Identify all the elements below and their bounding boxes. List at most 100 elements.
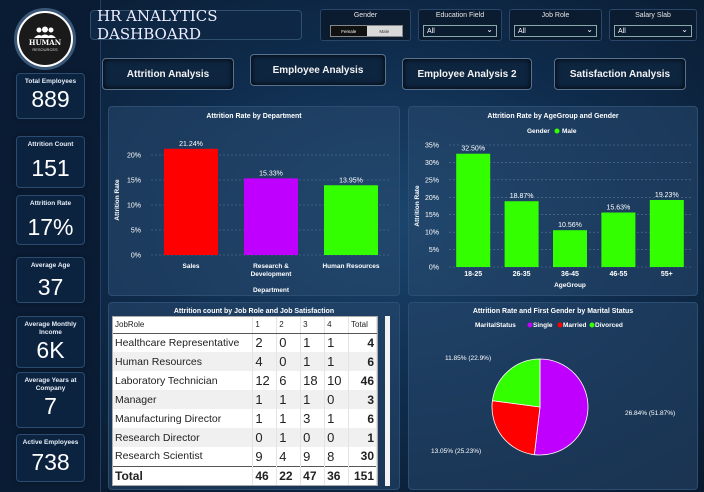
- chevron-down-icon: ⌄: [681, 25, 688, 34]
- row-value-cell: 1: [276, 390, 302, 409]
- x-tick-label: 18-25: [464, 271, 482, 278]
- marital-status-pie-panel: Attrition Rate and First Gender by Marit…: [408, 302, 698, 490]
- table-row[interactable]: Healthcare Representative 2 0 1 1 4: [113, 333, 377, 352]
- education-select-value: All: [427, 27, 435, 35]
- marital-status-pie-chart: MaritalStatus Single Married Divorced 26.84%…: [431, 322, 675, 456]
- col-header-total[interactable]: Total: [348, 317, 377, 334]
- gender-option-female[interactable]: Female: [331, 26, 367, 36]
- total-cell: 46: [252, 465, 278, 485]
- gender-toggle[interactable]: Female Male: [330, 25, 403, 37]
- data-label: 15.63%: [607, 205, 631, 212]
- row-value-cell: 1: [324, 409, 349, 428]
- col-header-2[interactable]: 2: [276, 317, 302, 334]
- col-header-3[interactable]: 3: [300, 317, 326, 334]
- row-total-cell: 30: [348, 447, 377, 466]
- bar: [244, 178, 298, 255]
- agegroup-bar-chart: Gender Male 0% 5% 10% 15% 20% 25% 30% 35% Attritio…: [414, 128, 691, 289]
- row-total-cell: 4: [348, 333, 377, 352]
- y-tick-label: 25%: [425, 177, 439, 184]
- table-row[interactable]: Laboratory Technician 12 6 18 10 46: [113, 371, 377, 390]
- col-header-4[interactable]: 4: [324, 317, 349, 334]
- y-tick-label: 0%: [429, 265, 439, 272]
- kpi-value: 6K: [36, 337, 65, 363]
- bar: [504, 201, 539, 267]
- data-label: 13.05% (25.23%): [431, 448, 481, 455]
- nav-employee-analysis[interactable]: Employee Analysis: [250, 54, 386, 86]
- row-value-cell: 1: [324, 352, 349, 371]
- chevron-down-icon: ⌄: [586, 25, 593, 34]
- salary-filter-label: Salary Slab: [635, 12, 671, 19]
- row-value-cell: 1: [252, 409, 278, 428]
- y-axis-label: Attrition Rate: [114, 179, 121, 221]
- data-label: 18.87%: [510, 193, 534, 200]
- kpi-label: Attrition Count: [27, 141, 74, 148]
- row-value-cell: 12: [252, 371, 278, 390]
- logo-line1: HUMAN: [28, 38, 62, 47]
- table-row[interactable]: Manager 1 1 1 0 3: [113, 390, 377, 409]
- nav-satisfaction-analysis[interactable]: Satisfaction Analysis: [554, 58, 686, 90]
- x-tick-label: 55+: [661, 271, 673, 278]
- dashboard-title: HR ANALYTICS DASHBOARD: [90, 7, 302, 43]
- y-tick-label: 0%: [131, 253, 141, 260]
- x-tick-label: 26-35: [513, 271, 531, 278]
- total-cell: 22: [276, 465, 302, 485]
- total-cell: Total: [113, 465, 254, 485]
- x-tick-label: Human Resources: [322, 263, 379, 270]
- row-jobrole-cell: Manager: [113, 390, 254, 409]
- y-tick-label: 5%: [429, 247, 439, 254]
- data-label: 21.24%: [179, 141, 203, 148]
- row-value-cell: 2: [252, 333, 278, 352]
- col-header-1[interactable]: 1: [252, 317, 278, 334]
- table-row[interactable]: Manufacturing Director 1 1 3 1 6: [113, 409, 377, 428]
- legend-title: Gender: [527, 128, 550, 135]
- table-row[interactable]: Human Resources 4 0 1 1 6: [113, 352, 377, 371]
- y-tick-label: 35%: [425, 143, 439, 150]
- job-role-filter-label: Job Role: [541, 12, 570, 19]
- kpi-label: Active Employees: [22, 439, 79, 446]
- people-icon: [34, 26, 56, 38]
- agegroup-chart-panel: Attrition Rate by AgeGroup and Gender Ge…: [408, 106, 698, 296]
- nav-employee-analysis-2[interactable]: Employee Analysis 2: [402, 58, 532, 90]
- x-tick-label: Research & Development: [251, 263, 293, 278]
- y-tick-label: 10%: [127, 203, 141, 210]
- x-tick-label: Sales: [183, 263, 200, 270]
- y-tick-label: 20%: [127, 153, 141, 160]
- col-header-jobrole[interactable]: JobRole: [113, 317, 254, 334]
- table-row[interactable]: Research Director 0 1 0 0 1: [113, 428, 377, 447]
- row-jobrole-cell: Research Director: [113, 428, 254, 447]
- kpi-value: 151: [31, 155, 70, 181]
- salary-select[interactable]: All ⌄: [614, 25, 692, 37]
- legend-item: Divorced: [595, 322, 623, 329]
- legend-swatch: [527, 322, 533, 328]
- total-cell: 36: [324, 465, 349, 485]
- row-jobrole-cell: Healthcare Representative: [113, 333, 254, 352]
- kpi-label: Average Years at Company: [24, 377, 77, 392]
- kpi-value: 738: [31, 449, 70, 475]
- table-scrollbar[interactable]: [385, 316, 390, 486]
- row-value-cell: 0: [276, 333, 302, 352]
- legend-swatch: [589, 322, 595, 328]
- y-tick-label: 15%: [127, 178, 141, 185]
- gender-option-male[interactable]: Male: [366, 26, 402, 36]
- row-value-cell: 0: [252, 428, 278, 447]
- kpi-value: 37: [37, 274, 64, 300]
- job-role-select-value: All: [518, 27, 526, 35]
- education-select[interactable]: All ⌄: [423, 25, 497, 37]
- row-jobrole-cell: Manufacturing Director: [113, 409, 254, 428]
- table-row[interactable]: Research Scientist 9 4 9 8 30: [113, 447, 377, 466]
- row-total-cell: 1: [348, 428, 377, 447]
- row-value-cell: 18: [300, 371, 326, 390]
- nav-attrition-analysis[interactable]: Attrition Analysis: [102, 58, 234, 90]
- row-value-cell: 1: [300, 333, 326, 352]
- education-filter: Education Field All ⌄: [418, 9, 502, 41]
- total-cell: 151: [348, 465, 377, 485]
- education-filter-label: Education Field: [435, 12, 485, 19]
- chevron-down-icon: ⌄: [486, 25, 493, 34]
- bar: [456, 153, 491, 267]
- gender-filter-label: Gender: [353, 12, 378, 19]
- job-role-select[interactable]: All ⌄: [514, 25, 597, 37]
- data-label: 13.95%: [339, 177, 363, 184]
- y-tick-label: 10%: [425, 230, 439, 237]
- gender-filter: Gender Female Male: [320, 9, 411, 41]
- row-value-cell: 1: [276, 409, 302, 428]
